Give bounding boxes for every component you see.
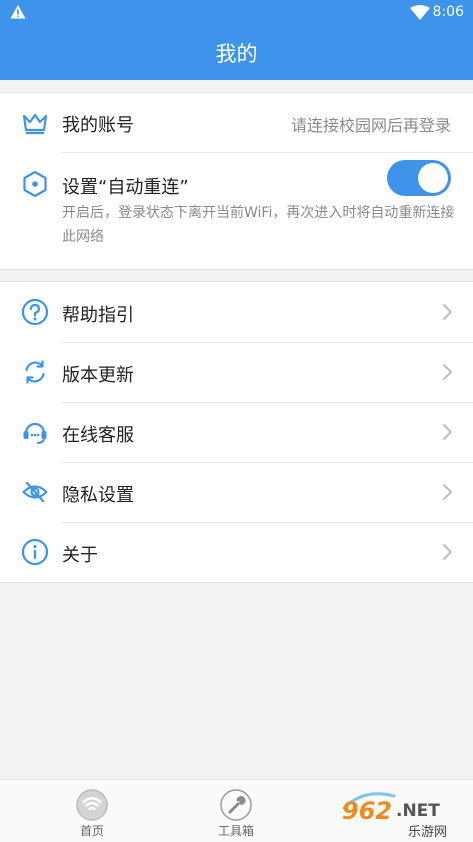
tab-label: 首页 <box>79 824 104 838</box>
my-account-row[interactable]: 我的账号 请连接校园网后再登录 <box>0 93 473 152</box>
account-status-text: 请连接校园网后再登录 <box>290 116 451 135</box>
account-card: 我的账号 请连接校园网后再登录 设置“自动重连” 开启后，登录状态下离开当前Wi… <box>0 92 473 270</box>
warning-icon <box>10 5 26 19</box>
chevron-right-icon <box>443 424 452 440</box>
crown-icon <box>22 113 48 135</box>
auto-reconnect-description: 开启后，登录状态下离开当前WiFi，再次进入时将自动重新连接此网络 <box>62 205 455 245</box>
hexagon-dot-icon <box>23 170 47 198</box>
svg-text:962: 962 <box>342 797 392 825</box>
wrench-icon <box>220 789 252 821</box>
chevron-right-icon <box>443 364 452 380</box>
wifi-icon <box>410 5 430 20</box>
menu-item-label: 帮助指引 <box>62 305 134 326</box>
menu-item-label: 版本更新 <box>62 365 134 386</box>
menu-item-about[interactable]: 关于 <box>0 522 473 582</box>
tab-toolbox[interactable]: 工具箱 <box>176 780 296 842</box>
refresh-icon <box>25 360 45 384</box>
help-icon <box>21 298 49 326</box>
status-time: 8:06 <box>432 4 464 20</box>
page-title: 我的 <box>215 42 258 66</box>
menu-item-help[interactable]: 帮助指引 <box>0 282 473 342</box>
site-watermark-logo: 962 .NET 乐游网 <box>342 792 447 840</box>
svg-text:.NET: .NET <box>396 801 440 821</box>
menu-item-label: 关于 <box>62 545 98 566</box>
wifi-circle-icon <box>76 789 108 821</box>
svg-text:乐游网: 乐游网 <box>408 825 447 840</box>
headset-icon <box>23 422 47 444</box>
tab-home[interactable]: 首页 <box>32 780 152 842</box>
app-bar: 我的 <box>0 26 473 80</box>
auto-reconnect-label: 设置“自动重连” <box>62 177 189 198</box>
menu-item-update[interactable]: 版本更新 <box>0 342 473 402</box>
chevron-right-icon <box>443 304 452 320</box>
info-icon <box>21 538 49 566</box>
auto-reconnect-toggle[interactable] <box>387 160 451 196</box>
menu-item-label: 隐私设置 <box>62 485 134 506</box>
chevron-right-icon <box>443 544 452 560</box>
menu-item-label: 在线客服 <box>62 425 134 446</box>
menu-item-customer-service[interactable]: 在线客服 <box>0 402 473 462</box>
eye-off-icon <box>22 481 48 503</box>
status-bar: 8:06 <box>0 0 473 26</box>
menu-item-privacy[interactable]: 隐私设置 <box>0 462 473 522</box>
toggle-knob <box>418 163 448 193</box>
tab-label: 工具箱 <box>217 824 254 838</box>
menu-card: 帮助指引 版本更新 在线客服 隐私设置 关于 <box>0 281 473 583</box>
chevron-right-icon <box>443 484 452 500</box>
my-account-label: 我的账号 <box>62 115 134 136</box>
